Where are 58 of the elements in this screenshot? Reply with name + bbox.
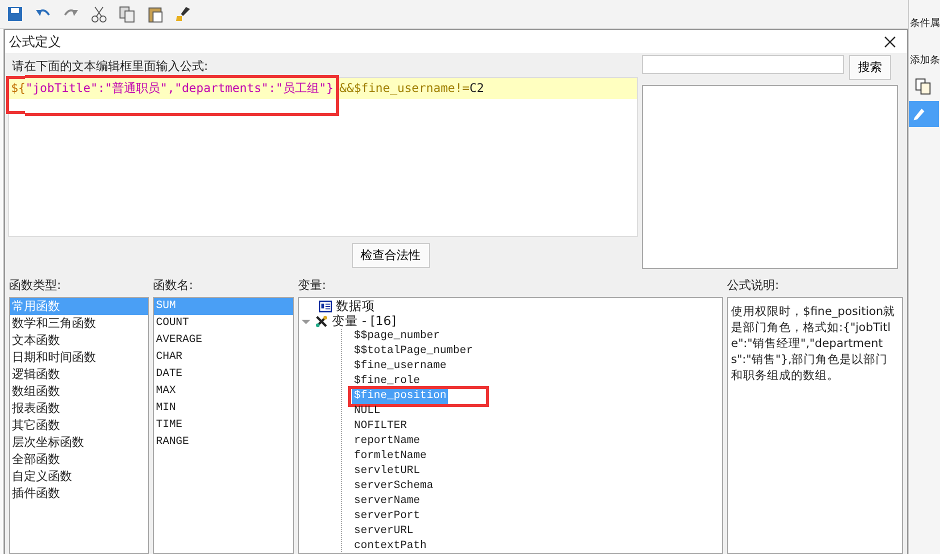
function-type-item[interactable]: 逻辑函数 [10,366,148,383]
formula-editor[interactable]: ${"jobTitle":"普通职员","departments":"员工组"} &&$fine_username!=C2 [8,77,638,237]
function-name-item[interactable]: TIME [154,417,293,434]
function-name-item[interactable]: DATE [154,366,293,383]
add-condition-label: 添加条 [910,54,940,67]
function-name-item[interactable]: COUNT [154,315,293,332]
variable-item[interactable]: serverSchema [352,479,436,494]
function-name-item[interactable]: MAX [154,383,293,400]
function-type-item[interactable]: 插件函数 [10,485,148,502]
search-field[interactable] [642,55,844,74]
variable-item[interactable]: $$page_number [352,329,442,344]
variable-item[interactable]: servletURL [352,464,422,479]
function-type-item[interactable]: 全部函数 [10,451,148,468]
dialog-title: 公式定义 [9,34,61,50]
variable-item[interactable]: $$totalPage_number [352,344,475,359]
function-type-item[interactable]: 其它函数 [10,417,148,434]
edit-button[interactable] [909,101,939,127]
variable-item[interactable]: formletName [352,449,429,464]
check-validity-button[interactable]: 检查合法性 [352,243,430,268]
panel-title: 条件属 [910,17,940,30]
variable-item[interactable]: serverURL [352,524,416,539]
copy-icon[interactable] [118,5,136,23]
editor-label: 请在下面的文本编辑框里面输入公式: [11,58,210,75]
cut-icon[interactable] [90,5,108,23]
variable-item[interactable]: NULL [352,404,382,419]
function-type-item[interactable]: 日期和时间函数 [10,349,148,366]
variable-item[interactable]: serverName [352,494,422,509]
variables-label: 变量: [298,277,326,294]
save-icon[interactable] [6,5,24,23]
function-type-item[interactable]: 数组函数 [10,383,148,400]
function-type-item[interactable]: 数学和三角函数 [10,315,148,332]
function-name-item[interactable]: MIN [154,400,293,417]
function-name-item[interactable]: RANGE [154,434,293,451]
variable-item[interactable]: $fine_username [352,359,448,374]
variable-item[interactable]: serverPort [352,509,422,524]
variable-icon [315,315,328,328]
variable-item[interactable]: $fine_role [352,374,422,389]
pencil-icon [911,106,927,122]
function-type-item[interactable]: 文本函数 [10,332,148,349]
copy-icon[interactable] [914,77,932,95]
description-label: 公式说明: [727,277,780,294]
function-type-item[interactable]: 层次坐标函数 [10,434,148,451]
brush-icon[interactable] [174,5,192,23]
function-type-item[interactable]: 自定义函数 [10,468,148,485]
description-text: 使用权限时，$fine_position就是部门角色，格式如:{"jobTitle":"销售经理","departments":"销售"},部门角色是以部门和职务组成的数组。 [730,303,896,384]
function-type-label: 函数类型: [9,277,62,294]
function-type-item[interactable]: 报表函数 [10,400,148,417]
variable-item[interactable]: NOFILTER [352,419,409,434]
paste-icon[interactable] [146,5,164,23]
table-icon [319,300,332,313]
tree-node-label[interactable]: 变量 - [16] [332,313,396,330]
variable-item[interactable]: reportName [352,434,422,449]
function-name-label: 函数名: [153,277,194,294]
search-button[interactable]: 搜索 [849,55,891,80]
tree-node-label[interactable]: 数据项 [336,298,375,315]
variable-item[interactable]: contextPath [352,539,429,553]
function-name-item[interactable]: AVERAGE [154,332,293,349]
function-name-item[interactable]: CHAR [154,349,293,366]
